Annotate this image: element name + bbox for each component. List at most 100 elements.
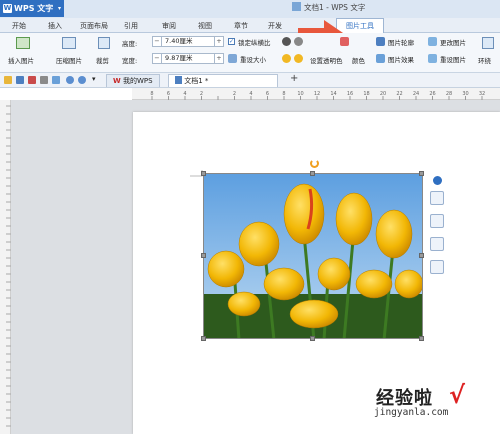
change-picture-button[interactable]: 更改图片 <box>440 37 466 47</box>
change-picture-icon <box>428 37 437 46</box>
vertical-ruler-ticks <box>6 105 11 427</box>
insert-picture-button[interactable]: 插入图片 <box>8 55 34 65</box>
crop-picture-icon[interactable] <box>430 237 444 251</box>
contrast-icon[interactable] <box>282 37 291 46</box>
increase-height-button[interactable]: + <box>214 37 223 46</box>
tab-page-layout[interactable]: 页面布局 <box>80 21 108 31</box>
print-icon[interactable] <box>40 76 48 84</box>
resize-handle-nw[interactable] <box>201 171 206 176</box>
doc-tab-my-wps-label: 我的WPS <box>122 77 153 85</box>
ruler-number: 18 <box>363 91 369 97</box>
window-title-text: 文档1 - WPS 文字 <box>304 3 366 12</box>
crop-icon <box>98 37 110 49</box>
ruler-number: 16 <box>347 91 353 97</box>
reset-picture-button[interactable]: 重设图片 <box>440 54 466 64</box>
picture-outline-button[interactable]: 图片轮廓 <box>388 37 414 47</box>
tab-home[interactable]: 开始 <box>12 21 26 31</box>
width-value: 9.87厘米 <box>165 54 193 62</box>
doc-tab-document1-label: 文档1 * <box>184 77 209 85</box>
print-preview-icon[interactable] <box>52 76 60 84</box>
compress-picture-button[interactable]: 压缩图片 <box>56 55 82 65</box>
resize-handle-ne[interactable] <box>419 171 424 176</box>
resize-handle-w[interactable] <box>201 253 206 258</box>
rotate-handle[interactable] <box>310 159 319 168</box>
open-icon[interactable] <box>4 76 12 84</box>
ruler-number: 8 <box>282 91 285 97</box>
ruler-number: 20 <box>380 91 386 97</box>
reset-size-icon <box>228 54 237 63</box>
lock-ratio-checkbox[interactable]: ✓ <box>228 38 235 45</box>
tab-view[interactable]: 视图 <box>198 21 212 31</box>
title-bar <box>0 0 500 18</box>
layout-options-icon[interactable] <box>430 191 444 205</box>
picture-effects-button[interactable]: 图片效果 <box>388 54 414 64</box>
ruler-number: 6 <box>167 91 170 97</box>
ruler-number: 24 <box>413 91 419 97</box>
tab-developer[interactable]: 开发 <box>268 21 282 31</box>
ruler-ticks: 8 6 4 2 2 4 6 8 10 12 14 16 18 20 22 24 26 28 30 32 <box>150 91 485 100</box>
ruler-number: 32 <box>479 91 485 97</box>
ruler-number: 6 <box>266 91 269 97</box>
tab-insert[interactable]: 插入 <box>48 21 62 31</box>
chevron-down-icon[interactable]: ▾ <box>92 75 96 83</box>
height-label: 高度: <box>122 40 138 48</box>
brightness-icon[interactable] <box>294 37 303 46</box>
tulip-image <box>204 174 422 338</box>
doc-tab-document1[interactable]: 文档1 * <box>168 74 278 87</box>
save-icon[interactable] <box>16 76 24 84</box>
ribbon-panel: 插入图片 压缩图片 裁剪 高度: −7.40厘米 + 宽度: −9.87厘米 + ✓… <box>0 33 500 73</box>
ruler-number: 4 <box>183 91 186 97</box>
decrease-width-button[interactable]: − <box>153 54 162 63</box>
ruler-number: 12 <box>314 91 320 97</box>
ruler-number: 8 <box>150 91 153 97</box>
height-spinner[interactable]: −7.40厘米 + <box>152 36 224 47</box>
app-menu-button[interactable]: W WPS 文字 ▾ <box>0 0 64 17</box>
zoom-picture-icon[interactable] <box>430 214 444 228</box>
set-transparent-button[interactable]: 设置透明色 <box>310 55 343 65</box>
color-button[interactable]: 颜色 <box>352 55 365 65</box>
tab-section[interactable]: 章节 <box>234 21 248 31</box>
resize-handle-sw[interactable] <box>201 336 206 341</box>
decrease-height-button[interactable]: − <box>153 37 162 46</box>
crop-button[interactable]: 裁剪 <box>96 55 109 65</box>
new-tab-button[interactable]: + <box>290 73 298 84</box>
wrap-button[interactable]: 环绕 <box>478 55 491 65</box>
height-value: 7.40厘米 <box>165 37 193 45</box>
resize-handle-n[interactable] <box>310 171 315 176</box>
picture-effects-icon <box>376 54 385 63</box>
tab-review[interactable]: 审阅 <box>162 21 176 31</box>
redo-icon[interactable] <box>78 76 86 84</box>
undo-icon[interactable] <box>66 76 74 84</box>
light-up-icon[interactable] <box>282 54 291 63</box>
tulip-photo[interactable] <box>203 173 423 339</box>
doc-tab-my-wps[interactable]: W 我的WPS <box>106 74 160 87</box>
document-icon <box>175 76 182 84</box>
window-title: 文档1 - WPS 文字 <box>292 2 365 13</box>
quick-access-toolbar: ▾ W 我的WPS 文档1 * + <box>0 73 500 88</box>
resize-handle-e[interactable] <box>419 253 424 258</box>
width-label: 宽度: <box>122 57 138 65</box>
picture-border-icon[interactable] <box>430 260 444 274</box>
export-pdf-icon[interactable] <box>28 76 36 84</box>
light-down-icon[interactable] <box>294 54 303 63</box>
wps-logo-icon: W <box>3 4 12 13</box>
increase-width-button[interactable]: + <box>214 54 223 63</box>
wrap-text-icon <box>482 37 494 49</box>
collapse-tools-icon[interactable] <box>433 176 442 185</box>
ruler-number: 10 <box>297 91 303 97</box>
tab-references[interactable]: 引用 <box>124 21 138 31</box>
compress-picture-icon <box>62 37 76 49</box>
width-spinner[interactable]: −9.87厘米 + <box>152 53 224 64</box>
reset-size-button[interactable]: 重设大小 <box>240 54 266 64</box>
ruler-number: 14 <box>330 91 336 97</box>
ruler-number: 30 <box>462 91 468 97</box>
picture-outline-icon <box>376 37 385 46</box>
ruler-number: 28 <box>446 91 452 97</box>
ruler-number: 22 <box>396 91 402 97</box>
ribbon-tab-row: 开始 插入 页面布局 引用 审阅 视图 章节 开发 <box>0 18 500 33</box>
watermark-url: jingyanla.com <box>374 407 449 418</box>
resize-handle-s[interactable] <box>310 336 315 341</box>
color-icon <box>340 37 349 46</box>
resize-handle-se[interactable] <box>419 336 424 341</box>
ruler-number: 2 <box>233 91 236 97</box>
